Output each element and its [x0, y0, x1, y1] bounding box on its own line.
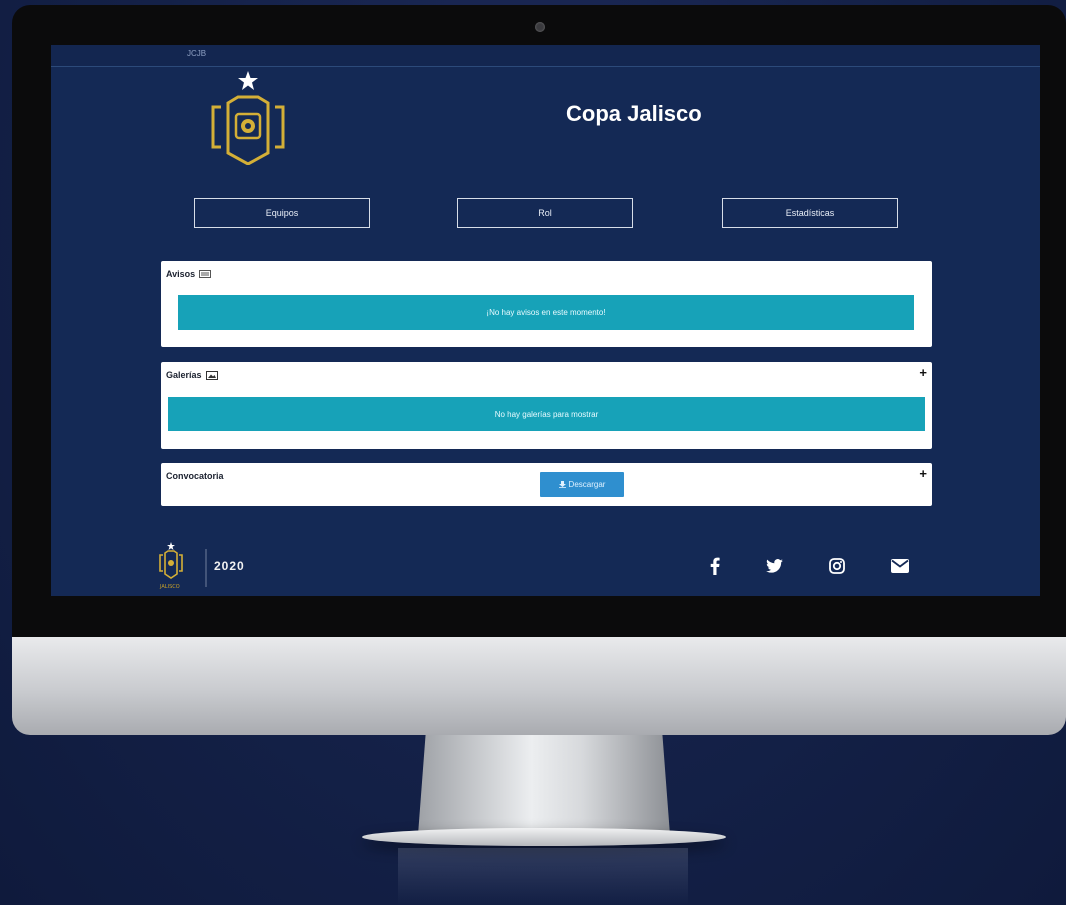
- convocatoria-header: Convocatoria: [166, 471, 224, 481]
- nav-button-equipos[interactable]: Equipos: [194, 198, 370, 228]
- facebook-icon[interactable]: [704, 555, 726, 577]
- convocatoria-card: Convocatoria + Descargar: [161, 463, 932, 506]
- nav-button-rol[interactable]: Rol: [457, 198, 633, 228]
- copa-jalisco-logo: [211, 71, 285, 165]
- galerias-header: Galerías: [166, 370, 218, 380]
- download-button[interactable]: Descargar: [540, 472, 624, 497]
- instagram-icon[interactable]: [826, 555, 848, 577]
- download-label: Descargar: [568, 480, 606, 489]
- footer-year: 2020: [214, 559, 245, 573]
- avisos-card: Avisos ¡No hay avisos en este momento!: [161, 261, 932, 347]
- footer-logo: JALISCO: [159, 542, 207, 590]
- galerias-expand-icon[interactable]: +: [919, 365, 927, 380]
- screen: JCJB Copa Jalisco Equipos Rol Estadístic…: [51, 45, 1040, 596]
- avisos-message: ¡No hay avisos en este momento!: [178, 295, 914, 330]
- download-icon: [558, 481, 566, 488]
- monitor-base: [362, 828, 726, 846]
- convocatoria-title: Convocatoria: [166, 471, 224, 481]
- avisos-header: Avisos: [166, 269, 212, 279]
- monitor-stand: [418, 735, 670, 835]
- camera-icon: [535, 22, 545, 32]
- footer-brand: JALISCO: [159, 584, 180, 590]
- monitor-chin: [12, 637, 1066, 735]
- convocatoria-expand-icon[interactable]: +: [919, 466, 927, 481]
- page-title: Copa Jalisco: [566, 101, 702, 126]
- mail-icon[interactable]: [889, 555, 911, 577]
- galerias-message: No hay galerías para mostrar: [168, 397, 925, 431]
- avisos-title: Avisos: [166, 269, 196, 279]
- newspaper-icon: [199, 270, 212, 278]
- image-icon: [205, 370, 218, 380]
- twitter-icon[interactable]: [763, 555, 785, 577]
- base-reflection: [398, 848, 688, 905]
- galerias-title: Galerías: [166, 370, 202, 380]
- nav-button-estadisticas[interactable]: Estadísticas: [722, 198, 898, 228]
- galerias-card: Galerías + No hay galerías para mostrar: [161, 362, 932, 449]
- topbar-label: JCJB: [187, 49, 207, 58]
